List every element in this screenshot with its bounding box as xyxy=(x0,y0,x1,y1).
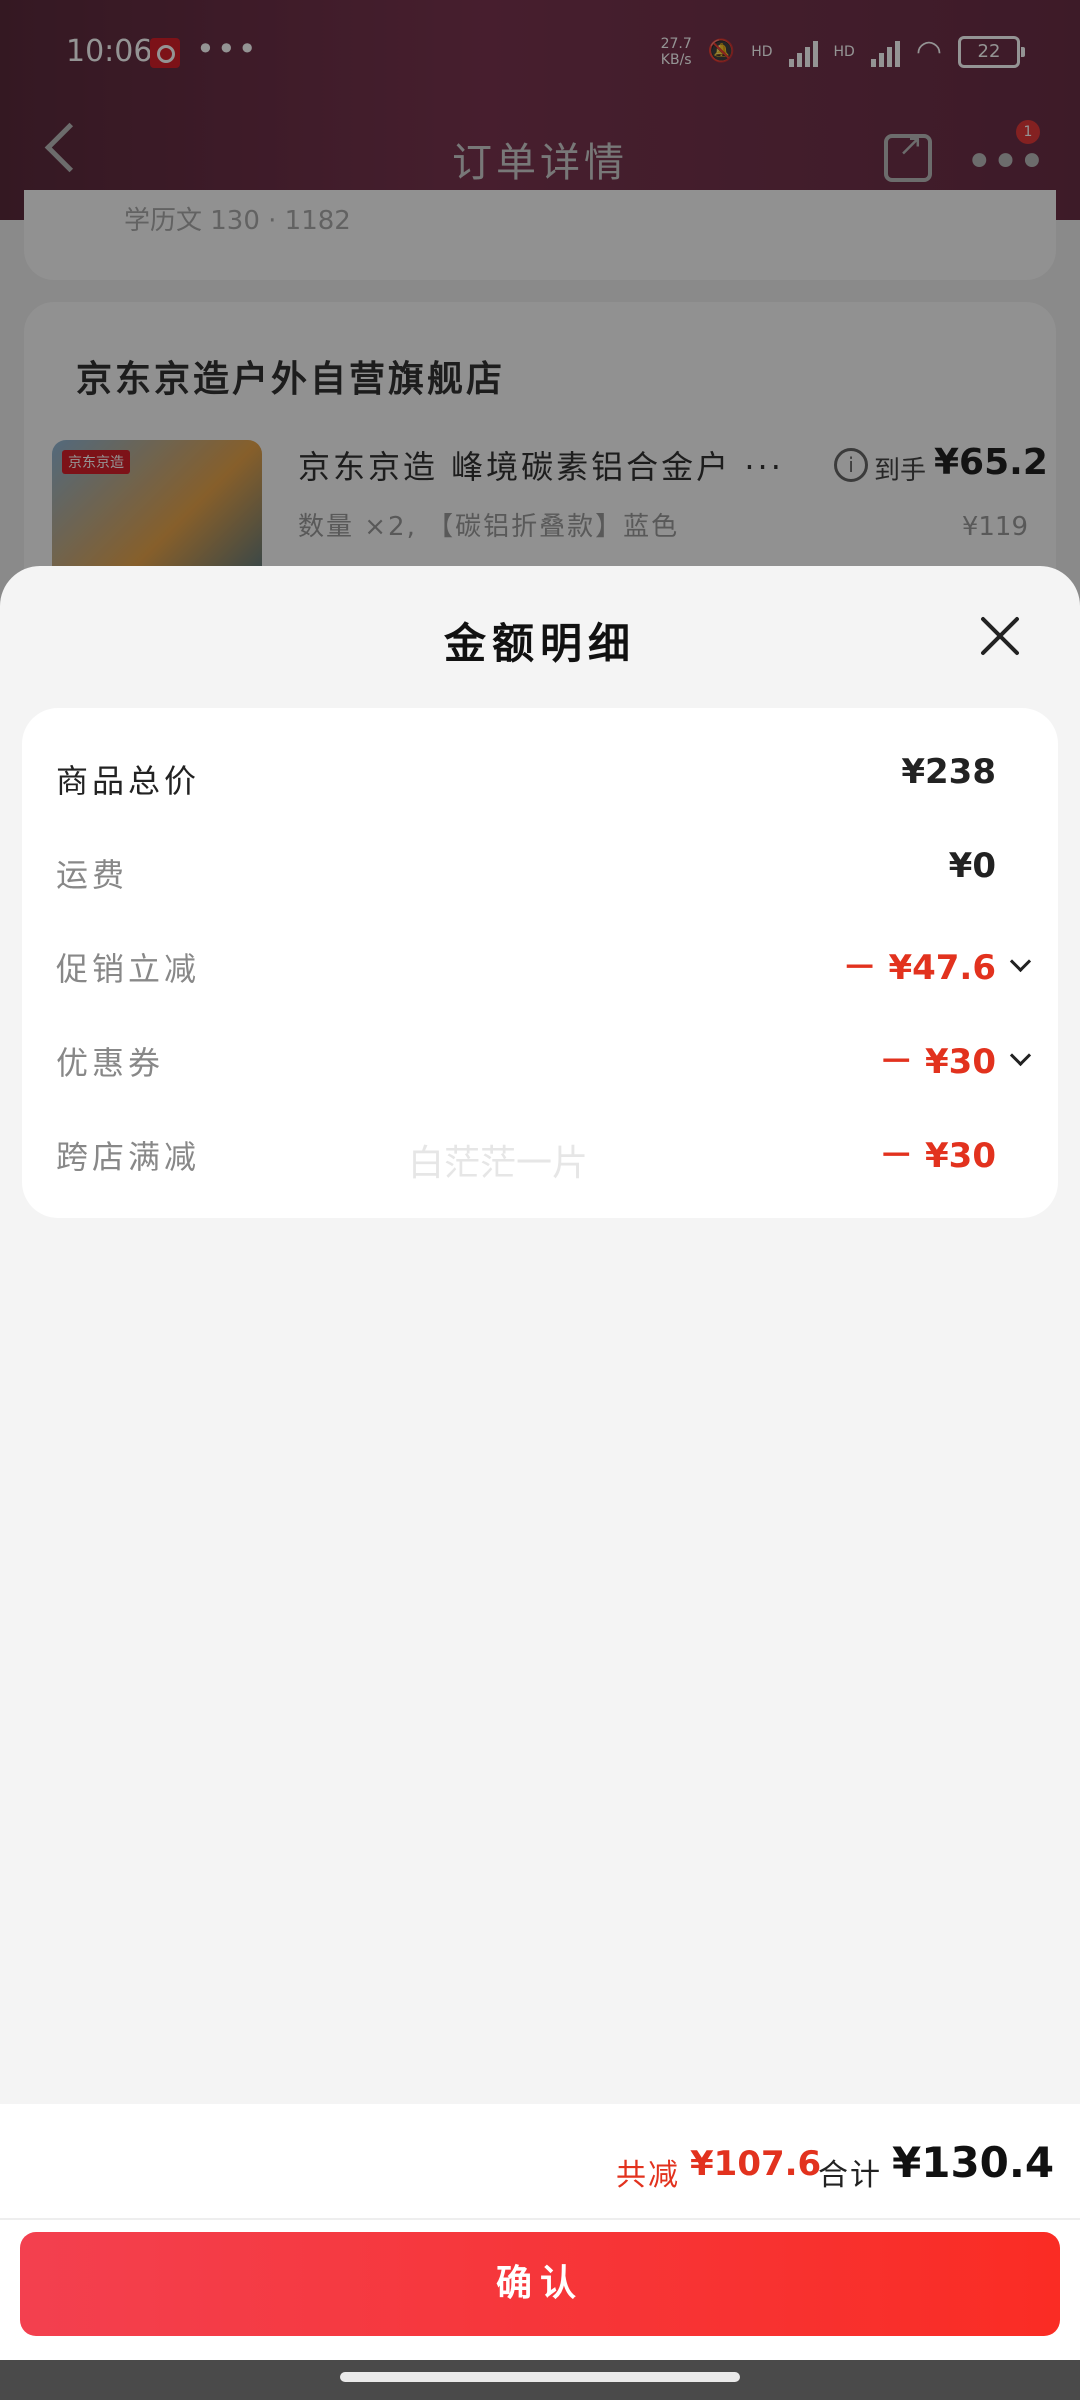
row-value: － ¥47.6 xyxy=(842,948,996,988)
footer-bar: 共减 ¥107.6 合计 ¥130.4 确认 xyxy=(0,2104,1080,2360)
row-value: ¥238 xyxy=(901,752,996,792)
row-label: 促销立减 xyxy=(56,950,201,988)
divider xyxy=(0,2218,1080,2220)
row-shipping: 运费 ¥0 xyxy=(22,836,1058,906)
watermark-text: 白茫茫一片 xyxy=(408,1143,589,1184)
row-label: 商品总价 xyxy=(56,762,201,800)
sheet-title: 金额明细 xyxy=(443,619,636,668)
row-label: 运费 xyxy=(56,856,129,894)
row-goods-total: 商品总价 ¥238 xyxy=(22,742,1058,812)
row-value: － ¥30 xyxy=(879,1136,996,1176)
row-value: ¥0 xyxy=(948,846,996,886)
chevron-down-icon[interactable] xyxy=(1009,1044,1032,1067)
chevron-down-icon[interactable] xyxy=(1009,950,1032,973)
total-saved-amount: ¥107.6 xyxy=(690,2144,822,2184)
close-icon[interactable] xyxy=(978,614,1022,658)
row-coupon[interactable]: 优惠券 － ¥30 xyxy=(22,1024,1058,1094)
row-value: － ¥30 xyxy=(879,1042,996,1082)
row-cross-store-discount: 跨店满减 白茫茫一片 － ¥30 xyxy=(22,1118,1058,1188)
row-label: 跨店满减 xyxy=(56,1138,201,1176)
amount-detail-card: 商品总价 ¥238 运费 ¥0 促销立减 － ¥47.6 优惠券 － ¥30 跨… xyxy=(22,708,1058,1218)
home-gesture-bar[interactable] xyxy=(340,2372,740,2382)
total-label: 合计 xyxy=(818,2158,882,2193)
total-saved-label: 共减 xyxy=(616,2158,680,2193)
row-promotion[interactable]: 促销立减 － ¥47.6 xyxy=(22,930,1058,1000)
confirm-button[interactable]: 确认 xyxy=(20,2232,1060,2336)
row-label: 优惠券 xyxy=(56,1044,165,1082)
amount-detail-sheet: 金额明细 商品总价 ¥238 运费 ¥0 促销立减 － ¥47.6 优惠券 － … xyxy=(0,566,1080,2360)
total-amount: ¥130.4 xyxy=(892,2138,1055,2187)
